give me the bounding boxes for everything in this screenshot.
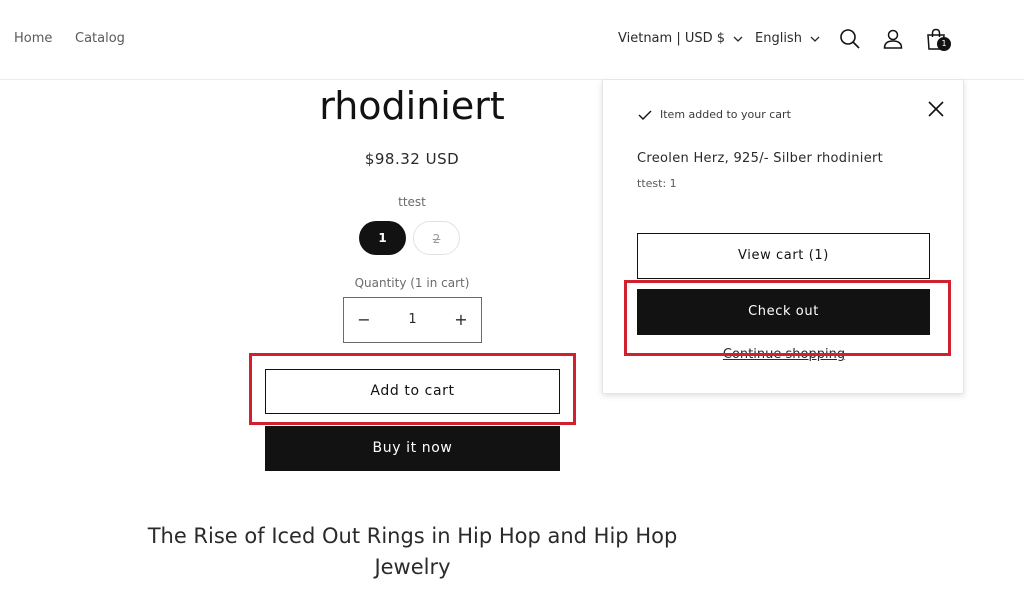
cart-status: Item added to your cart (638, 108, 791, 121)
cart-count-badge: 1 (937, 37, 951, 51)
nav-home-link[interactable]: Home (14, 31, 52, 46)
check-icon (638, 110, 652, 120)
close-icon[interactable] (926, 99, 946, 119)
quantity-increase-button[interactable]: + (441, 298, 481, 342)
variant-option-2[interactable]: 2 (413, 221, 460, 255)
language-selector[interactable]: English (755, 31, 820, 46)
view-cart-button[interactable]: View cart (1) (637, 233, 930, 279)
variant-option-1[interactable]: 1 (359, 221, 406, 255)
add-to-cart-button[interactable]: Add to cart (265, 369, 560, 414)
cart-status-text: Item added to your cart (660, 108, 791, 121)
cart-item-name: Creolen Herz, 925/- Silber rhodiniert (637, 151, 884, 166)
site-header: Home Catalog Vietnam | USD $ English 1 (0, 0, 1024, 80)
quantity-decrease-button[interactable]: − (344, 298, 384, 342)
search-icon[interactable] (838, 27, 862, 51)
language-label: English (755, 31, 802, 46)
cart-item-variant: ttest: 1 (637, 177, 677, 190)
buy-now-button[interactable]: Buy it now (265, 426, 560, 471)
nav-catalog-link[interactable]: Catalog (75, 31, 125, 46)
chevron-down-icon (733, 36, 743, 42)
continue-shopping-link[interactable]: Continue shopping (603, 347, 965, 362)
cart-notification-popup: Item added to your cart Creolen Herz, 92… (602, 80, 964, 394)
chevron-down-icon (810, 36, 820, 42)
country-currency-selector[interactable]: Vietnam | USD $ (618, 31, 743, 46)
checkout-button[interactable]: Check out (637, 289, 930, 335)
account-icon[interactable] (881, 27, 905, 51)
quantity-stepper: − 1 + (343, 297, 482, 343)
country-currency-label: Vietnam | USD $ (618, 31, 726, 46)
article-title[interactable]: The Rise of Iced Out Rings in Hip Hop an… (130, 521, 695, 583)
quantity-input[interactable]: 1 (384, 298, 441, 342)
